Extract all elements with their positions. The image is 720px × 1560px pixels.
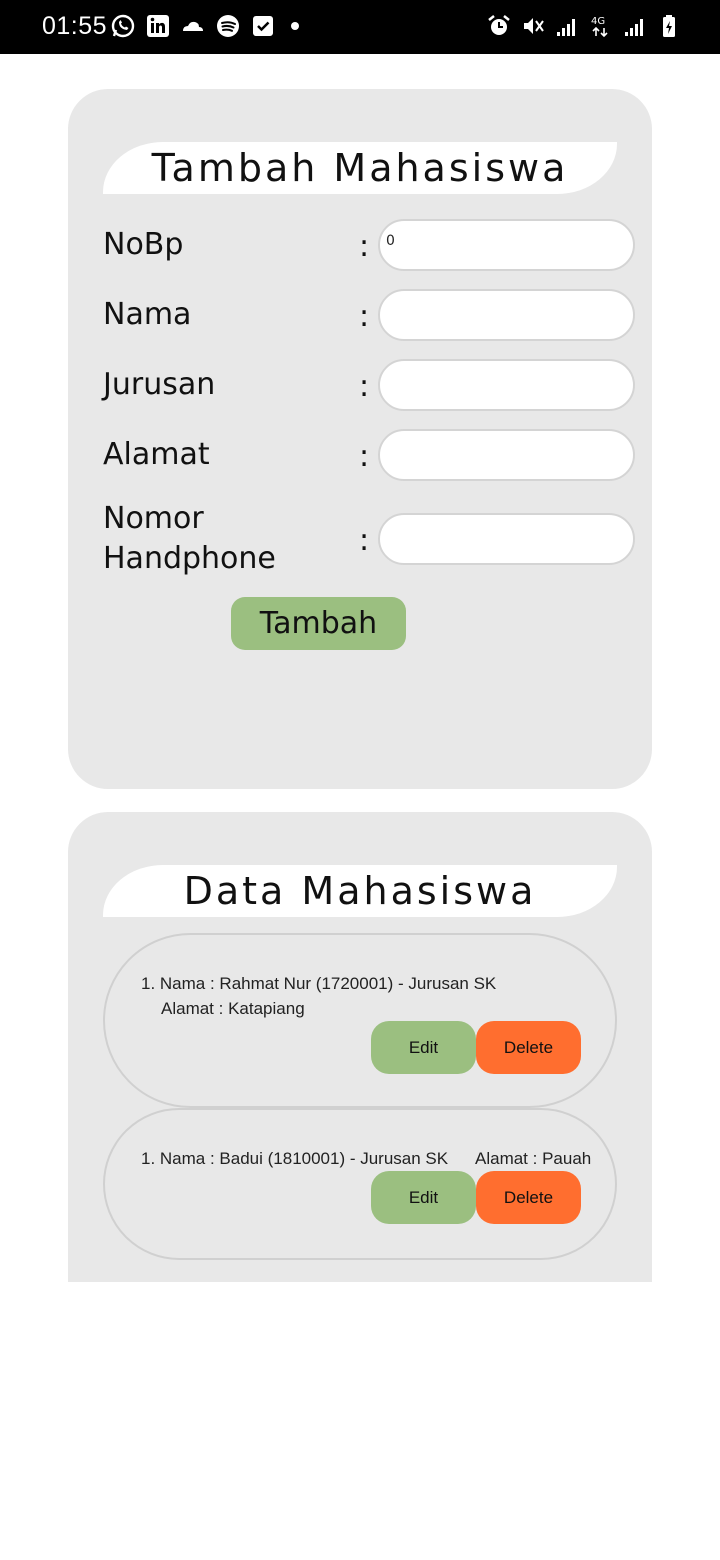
student-info-line2: Alamat : Katapiang: [161, 999, 305, 1018]
jurusan-input[interactable]: [378, 359, 635, 411]
tambah-button[interactable]: Tambah: [231, 597, 406, 650]
system-icons: 4G: [486, 13, 682, 39]
jurusan-row: Jurusan :: [103, 359, 635, 411]
status-bar: 01:55 4G: [0, 0, 720, 54]
colon: :: [359, 523, 370, 558]
nobp-input[interactable]: 0: [378, 219, 635, 271]
jurusan-label: Jurusan: [103, 367, 216, 402]
nomor-handphone-label-line2: Handphone: [103, 541, 276, 576]
data-title-bar: Data Mahasiswa: [103, 865, 617, 917]
page-background: [0, 1282, 720, 1560]
checkbox-app-icon: [250, 13, 276, 39]
delete-button[interactable]: Delete: [476, 1021, 581, 1074]
edit-button[interactable]: Edit: [371, 1171, 476, 1224]
nomor-handphone-label-line1: Nomor: [103, 501, 204, 536]
4g-icon: 4G: [588, 13, 614, 39]
student-info-line2: Alamat : Pauah: [475, 1149, 592, 1168]
colon: :: [359, 229, 370, 264]
nama-label: Nama: [103, 297, 192, 332]
list-item: 1. Nama : Badui (1810001) - Jurusan SK A…: [103, 1108, 617, 1260]
notification-icons: [110, 13, 299, 39]
nama-row: Nama :: [103, 289, 635, 341]
nomor-handphone-input[interactable]: [378, 513, 635, 565]
alamat-row: Alamat :: [103, 429, 635, 481]
data-title: Data Mahasiswa: [183, 869, 537, 913]
list-item: 1. Nama : Rahmat Nur (1720001) - Jurusan…: [103, 933, 617, 1108]
signal-icon: [622, 13, 648, 39]
alarm-icon: [486, 13, 512, 39]
battery-icon: [656, 13, 682, 39]
form-title-bar: Tambah Mahasiswa: [103, 142, 617, 194]
student-info-line1: 1. Nama : Badui (1810001) - Jurusan SK: [141, 1149, 449, 1168]
student-data-card: Data Mahasiswa 1. Nama : Rahmat Nur (172…: [68, 812, 652, 1288]
whatsapp-icon: [110, 13, 136, 39]
nobp-label: NoBp: [103, 227, 184, 262]
status-time: 01:55: [42, 12, 108, 40]
mute-icon: [520, 13, 546, 39]
alamat-label: Alamat: [103, 437, 210, 472]
add-student-card: Tambah Mahasiswa NoBp : 0 Nama : Jurusan…: [68, 89, 652, 789]
svg-text:4G: 4G: [591, 16, 605, 27]
edit-button[interactable]: Edit: [371, 1021, 476, 1074]
form-title: Tambah Mahasiswa: [151, 146, 569, 190]
signal-icon: [554, 13, 580, 39]
nama-input[interactable]: [378, 289, 635, 341]
delete-button[interactable]: Delete: [476, 1171, 581, 1224]
linkedin-icon: [145, 13, 171, 39]
cloud-app-icon: [180, 13, 206, 39]
colon: :: [359, 439, 370, 474]
colon: :: [359, 369, 370, 404]
student-info-line1: 1. Nama : Rahmat Nur (1720001) - Jurusan…: [141, 974, 497, 993]
nomor-handphone-row: Nomor Handphone :: [103, 501, 635, 576]
more-notifications-dot: [291, 22, 299, 30]
nobp-row: NoBp : 0: [103, 219, 635, 271]
alamat-input[interactable]: [378, 429, 635, 481]
spotify-icon: [215, 13, 241, 39]
colon: :: [359, 299, 370, 334]
